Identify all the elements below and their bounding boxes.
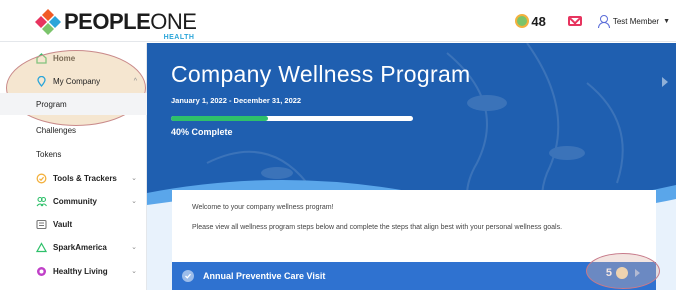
user-menu-name[interactable]: Test Member — [613, 17, 659, 26]
sidebar-subitem-label: Program — [36, 99, 67, 109]
highlight-annotation-points — [586, 253, 660, 289]
logo-text-health: HEALTH — [163, 34, 195, 41]
tools-icon — [36, 173, 47, 184]
sidebar-item-label: My Company — [53, 76, 101, 86]
sidebar-subitem-label: Challenges — [36, 125, 77, 135]
step-title: Annual Preventive Care Visit — [203, 271, 326, 281]
chevron-down-icon[interactable]: ▼ — [663, 18, 670, 25]
page-title: Company Wellness Program — [171, 61, 471, 87]
mail-icon[interactable] — [567, 16, 582, 26]
chevron-down-icon: ⌄ — [131, 244, 137, 251]
user-icon[interactable] — [597, 15, 610, 28]
sidebar-item-vault[interactable]: Vault — [0, 213, 147, 235]
sidebar-item-label: Tools & Trackers — [53, 173, 117, 183]
app-root: PEOPLE ONE HEALTH 48 Test Member ▼ Home — [0, 0, 676, 290]
logo-text-people: PEOPLE — [64, 9, 151, 34]
program-progress-label: 40% Complete — [171, 127, 233, 137]
step-annual-preventive-care[interactable]: Annual Preventive Care Visit 5 — [172, 262, 656, 290]
sidebar-subitem-challenges[interactable]: Challenges — [0, 119, 147, 141]
points-count[interactable]: 48 — [531, 14, 545, 29]
sidebar-overlay: My Company ^ Program Challenges Tokens T… — [0, 43, 147, 290]
sidebar-item-label: Vault — [53, 219, 73, 229]
sidebar-item-community[interactable]: Community ⌄ — [0, 190, 147, 212]
sidebar-item-label: Healthy Living — [53, 266, 108, 276]
points-icon[interactable] — [515, 14, 530, 28]
program-progress-fill — [171, 116, 268, 121]
vault-icon — [36, 219, 47, 230]
healthy-living-icon — [36, 266, 47, 277]
sidebar-subitem-label: Tokens — [36, 149, 62, 159]
sidebar-subitem-program[interactable]: Program — [0, 93, 147, 115]
chevron-down-icon: ⌄ — [131, 268, 137, 275]
logo-text-one-wrap: ONE HEALTH — [150, 9, 197, 41]
program-date-range: January 1, 2022 - December 31, 2022 — [171, 96, 302, 105]
logo-text-one: ONE — [150, 9, 197, 34]
sidebar-item-my-company[interactable]: My Company ^ — [0, 70, 147, 92]
sidebar-item-tools-trackers[interactable]: Tools & Trackers ⌄ — [0, 167, 147, 189]
location-pin-icon — [36, 75, 47, 87]
logo-cross-icon — [35, 9, 61, 35]
hero-next-arrow-icon[interactable] — [662, 77, 668, 87]
chevron-up-icon: ^ — [133, 77, 137, 85]
triangle-icon — [36, 241, 47, 253]
header-actions: 48 Test Member ▼ — [515, 0, 676, 42]
sidebar-item-healthy-living[interactable]: Healthy Living ⌄ — [0, 260, 147, 282]
chevron-down-icon: ⌄ — [131, 198, 137, 205]
sidebar-item-label: SparkAmerica — [53, 242, 107, 252]
community-icon — [36, 196, 47, 207]
sidebar-item-label: Community — [53, 196, 97, 206]
program-progress-bar — [171, 116, 413, 121]
welcome-message: Welcome to your company wellness program… — [192, 204, 334, 211]
program-intro-card: Welcome to your company wellness program… — [172, 190, 656, 290]
peopleone-logo[interactable]: PEOPLE ONE HEALTH — [34, 8, 197, 41]
sidebar-subitem-tokens[interactable]: Tokens — [0, 143, 147, 165]
chevron-down-icon: ⌄ — [131, 175, 137, 182]
top-header: PEOPLE ONE HEALTH 48 Test Member ▼ — [0, 0, 676, 42]
sidebar-item-sparkamerica[interactable]: SparkAmerica ⌄ — [0, 236, 147, 258]
check-circle-icon — [182, 270, 194, 282]
instructions-message: Please view all wellness program steps b… — [192, 224, 563, 231]
